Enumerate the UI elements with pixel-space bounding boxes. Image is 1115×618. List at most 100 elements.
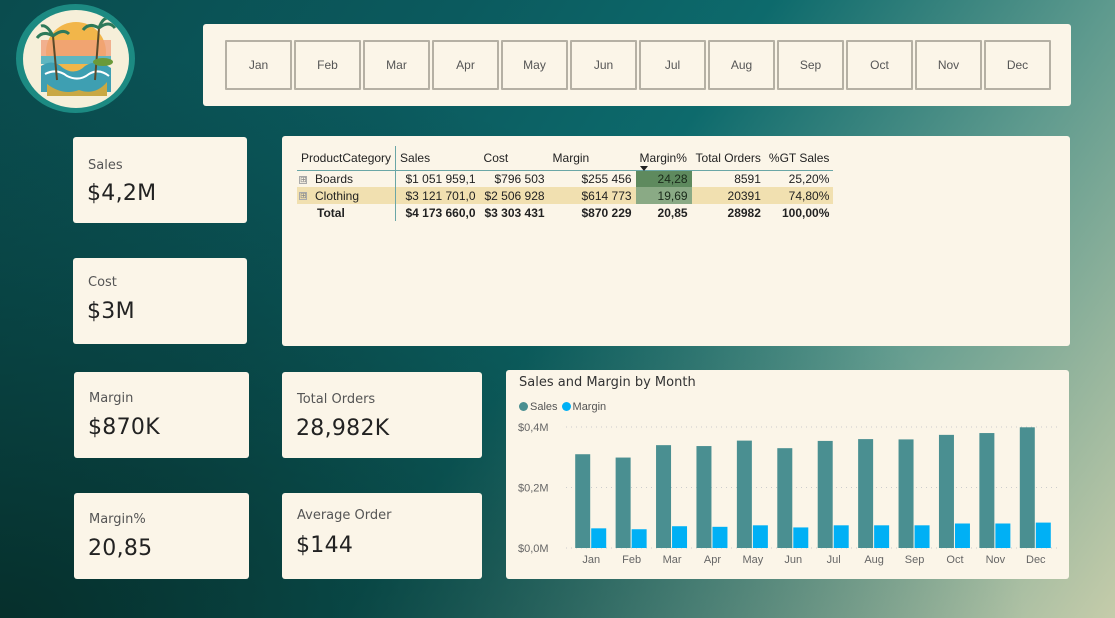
month-button-dec[interactable]: Dec <box>984 40 1051 90</box>
y-tick-label: $0,2M <box>518 483 549 495</box>
sales-margin-chart: Sales and Margin by Month Sales Margin $… <box>506 370 1069 579</box>
x-tick-label: Aug <box>864 554 884 566</box>
gt-sales-cell: 100,00% <box>782 205 830 220</box>
kpi-card-sales[interactable]: Sales $4,2M <box>73 137 247 223</box>
category-label: Clothing <box>315 188 360 203</box>
month-button-aug[interactable]: Aug <box>708 40 775 90</box>
month-slicer: Jan Feb Mar Apr May Jun Jul Aug Sep Oct … <box>203 24 1071 106</box>
x-tick-label: Oct <box>946 554 963 566</box>
logo-image <box>22 9 129 108</box>
bar-sales-aug <box>858 439 874 548</box>
cost-cell: $796 503 <box>494 171 545 186</box>
bar-sales-apr <box>696 446 712 548</box>
bar-margin-dec <box>1035 522 1051 548</box>
kpi-card-cost[interactable]: Cost $3M <box>73 258 247 344</box>
kpi-card-margin[interactable]: Margin $870K <box>74 372 249 458</box>
month-button-feb[interactable]: Feb <box>294 40 361 90</box>
kpi-value: $144 <box>296 533 354 558</box>
bar-margin-jan <box>591 528 607 548</box>
bar-margin-oct <box>954 523 970 548</box>
bar-margin-jun <box>793 527 809 548</box>
kpi-value: 20,85 <box>88 536 153 561</box>
bar-margin-nov <box>995 523 1011 548</box>
total-label: Total <box>297 204 397 221</box>
margin-percent-cell: 20,85 <box>657 205 688 220</box>
bar-sales-jul <box>817 440 833 548</box>
bar-sales-sep <box>898 439 914 548</box>
orders-cell: 8591 <box>734 171 761 186</box>
column-header-margin[interactable]: Margin <box>548 146 636 171</box>
margin-percent-cell: 24,28 <box>635 170 692 187</box>
x-tick-label: Dec <box>1026 554 1046 566</box>
column-header-product-category[interactable]: ProductCategory <box>297 146 397 171</box>
column-header-label: Margin% <box>639 150 687 165</box>
x-tick-label: May <box>742 554 763 566</box>
cost-cell: $2 506 928 <box>479 187 549 204</box>
bar-margin-aug <box>874 525 890 548</box>
sort-descending-icon <box>639 165 648 171</box>
y-tick-label: $0,4M <box>518 422 549 434</box>
bar-margin-sep <box>914 525 930 548</box>
kpi-value: $3M <box>87 299 135 324</box>
matrix-header-row: ProductCategory Sales Cost Margin Margin… <box>297 146 834 171</box>
margin-percent-cell: 19,69 <box>635 187 692 204</box>
bar-sales-jun <box>777 448 793 548</box>
column-header-total-orders[interactable]: Total Orders <box>691 146 765 171</box>
month-button-nov[interactable]: Nov <box>915 40 982 90</box>
kpi-label: Total Orders <box>297 392 376 407</box>
bar-sales-mar <box>656 445 672 548</box>
month-button-jul[interactable]: Jul <box>639 40 706 90</box>
x-tick-label: Jul <box>827 554 841 566</box>
kpi-card-total-orders[interactable]: Total Orders 28,982K <box>282 372 482 458</box>
x-tick-label: Jan <box>582 554 600 566</box>
bar-margin-mar <box>672 526 688 548</box>
x-tick-label: Sep <box>905 554 925 566</box>
x-tick-label: Nov <box>986 554 1006 566</box>
margin-cell: $255 456 <box>581 171 632 186</box>
bar-sales-feb <box>615 457 631 548</box>
month-button-jun[interactable]: Jun <box>570 40 637 90</box>
month-button-mar[interactable]: Mar <box>363 40 430 90</box>
chart-plot: $0,0M $0,2M $0,4M Jan Feb Mar Apr May Jun Jul Aug S… <box>518 422 1061 566</box>
kpi-label: Margin <box>89 391 134 406</box>
expand-icon[interactable]: ⊞ <box>299 175 307 184</box>
kpi-card-margin-percent[interactable]: Margin% 20,85 <box>74 493 249 579</box>
beach-illustration-icon <box>35 15 116 96</box>
month-button-sep[interactable]: Sep <box>777 40 844 90</box>
month-button-may[interactable]: May <box>501 40 568 90</box>
bar-sales-jan <box>575 454 591 548</box>
expand-icon[interactable]: ⊞ <box>299 192 307 201</box>
kpi-label: Average Order <box>297 508 392 523</box>
column-header-sales[interactable]: Sales <box>395 146 480 171</box>
kpi-label: Sales <box>88 158 123 173</box>
table-row-boards: ⊞ Boards $1 051 959,1 $796 503 $255 456 2… <box>297 170 833 187</box>
column-header-cost[interactable]: Cost <box>479 146 549 171</box>
bar-margin-jul <box>833 525 849 548</box>
kpi-label: Margin% <box>89 512 146 527</box>
month-button-jan[interactable]: Jan <box>225 40 292 90</box>
bar-sales-dec <box>1019 427 1035 548</box>
kpi-value: 28,982K <box>296 416 390 441</box>
kpi-card-average-order[interactable]: Average Order $144 <box>282 493 482 579</box>
category-label: Boards <box>315 171 354 186</box>
bar-sales-nov <box>979 433 995 548</box>
margin-cell: $870 229 <box>581 205 632 220</box>
orders-cell: 20391 <box>691 187 765 204</box>
bar-margin-feb <box>631 529 647 548</box>
category-cell: ⊞ Clothing <box>297 187 397 204</box>
sales-cell: $1 051 959,1 <box>405 171 476 186</box>
column-header-gt-sales[interactable]: %GT Sales <box>764 146 834 171</box>
kpi-value: $4,2M <box>87 181 157 206</box>
bar-margin-apr <box>712 526 728 548</box>
gt-sales-cell: 74,80% <box>764 187 834 204</box>
matrix-table: ProductCategory Sales Cost Margin Margin… <box>297 146 834 221</box>
x-tick-label: Apr <box>704 554 721 566</box>
table-row-total: Total $4 173 660,0 $3 303 431 $870 229 2… <box>297 204 833 221</box>
x-tick-label: Mar <box>663 554 682 566</box>
month-button-apr[interactable]: Apr <box>432 40 499 90</box>
category-cell: ⊞ Boards <box>297 170 397 187</box>
column-header-margin-percent[interactable]: Margin% <box>635 146 692 171</box>
kpi-value: $870K <box>88 415 160 440</box>
x-tick-label: Jun <box>784 554 802 566</box>
month-button-oct[interactable]: Oct <box>846 40 913 90</box>
